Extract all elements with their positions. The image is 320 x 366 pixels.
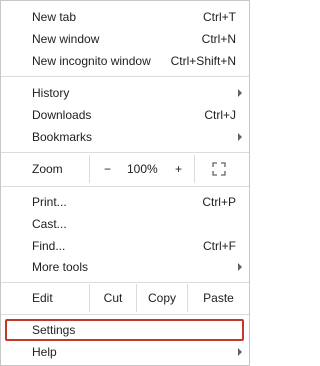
zoom-row: Zoom − 100% + — [1, 155, 249, 183]
copy-button[interactable]: Copy — [136, 284, 187, 312]
menu-item-label: Cast... — [32, 217, 67, 231]
menu-item-label: Find... — [32, 239, 66, 253]
zoom-level: 100% — [127, 162, 158, 176]
menu-item-new-incognito-window[interactable]: New incognito window Ctrl+Shift+N — [1, 49, 249, 73]
menu-separator — [1, 186, 249, 187]
zoom-controls: − 100% + — [89, 155, 195, 183]
menu-item-label: New incognito window — [32, 54, 151, 68]
paste-button[interactable]: Paste — [187, 284, 249, 312]
menu-item-more-tools[interactable]: More tools — [1, 255, 249, 279]
menu-item-print[interactable]: Print... Ctrl+P — [1, 190, 249, 214]
menu-item-label: History — [32, 86, 70, 100]
menu-separator — [1, 76, 249, 77]
menu-item-settings[interactable]: Settings — [1, 318, 249, 342]
menu-item-new-window[interactable]: New window Ctrl+N — [1, 27, 249, 51]
menu-item-label: Print... — [32, 195, 67, 209]
zoom-out-button[interactable]: − — [104, 162, 111, 176]
menu-item-history[interactable]: History — [1, 81, 249, 105]
menu-item-label: Bookmarks — [32, 130, 93, 144]
menu-separator — [1, 282, 249, 283]
zoom-label: Zoom — [32, 162, 63, 176]
edit-label: Edit — [32, 291, 53, 305]
edit-row: Edit Cut Copy Paste — [1, 284, 249, 312]
menu-item-cast[interactable]: Cast... — [1, 212, 249, 236]
menu-item-new-tab[interactable]: New tab Ctrl+T — [1, 5, 249, 29]
menu-item-label: Settings — [32, 323, 76, 337]
submenu-arrow-icon — [238, 263, 242, 271]
menu-item-label: Help — [32, 345, 57, 359]
zoom-in-button[interactable]: + — [175, 162, 182, 176]
browser-context-menu: New tab Ctrl+T New window Ctrl+N New inc… — [0, 0, 250, 366]
menu-separator — [1, 152, 249, 153]
submenu-arrow-icon — [238, 348, 242, 356]
menu-item-label: New tab — [32, 10, 77, 24]
submenu-arrow-icon — [238, 89, 242, 97]
menu-item-shortcut: Ctrl+P — [202, 195, 236, 209]
menu-item-help[interactable]: Help — [1, 340, 249, 364]
cut-button[interactable]: Cut — [89, 284, 136, 312]
menu-item-label: New window — [32, 32, 100, 46]
menu-item-shortcut: Ctrl+J — [204, 108, 236, 122]
menu-item-shortcut: Ctrl+F — [203, 239, 236, 253]
menu-item-bookmarks[interactable]: Bookmarks — [1, 125, 249, 149]
menu-item-downloads[interactable]: Downloads Ctrl+J — [1, 103, 249, 127]
fullscreen-icon[interactable] — [212, 162, 226, 176]
submenu-arrow-icon — [238, 133, 242, 141]
menu-separator — [1, 314, 249, 315]
menu-item-shortcut: Ctrl+Shift+N — [170, 54, 236, 68]
menu-item-label: Downloads — [32, 108, 92, 122]
menu-item-shortcut: Ctrl+T — [203, 10, 236, 24]
menu-item-shortcut: Ctrl+N — [201, 32, 236, 46]
menu-item-label: More tools — [32, 260, 89, 274]
